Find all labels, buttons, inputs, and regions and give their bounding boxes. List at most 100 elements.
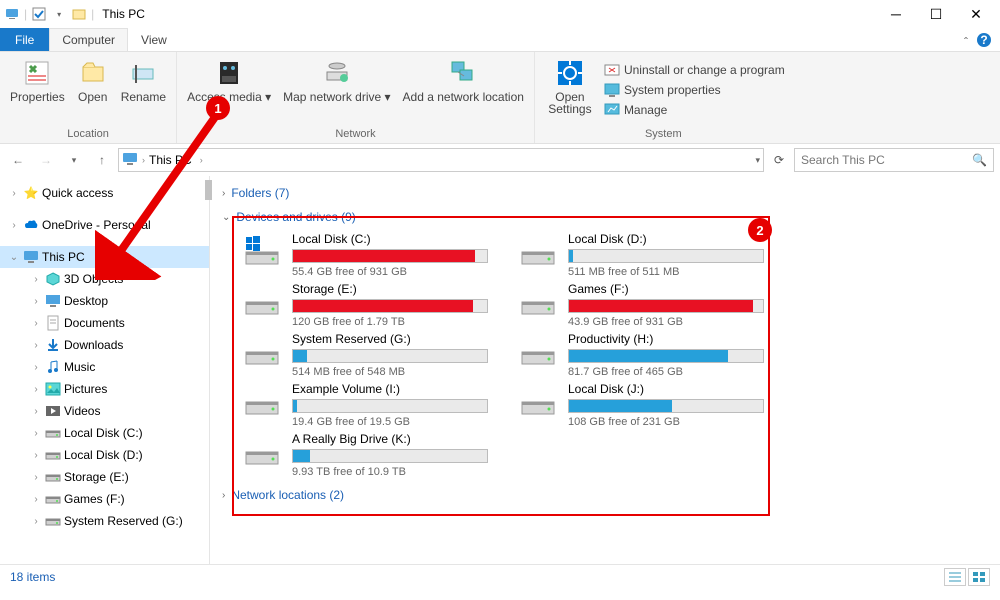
search-placeholder: Search This PC <box>801 153 972 167</box>
tree-this-pc[interactable]: ⌄This PC <box>0 246 209 268</box>
tree-quick-access[interactable]: ›⭐Quick access <box>0 182 209 204</box>
tree-item[interactable]: ›Videos <box>0 400 209 422</box>
recent-dropdown[interactable]: ▾ <box>62 148 86 172</box>
folder-icon <box>45 271 61 287</box>
uninstall-icon <box>604 62 620 78</box>
annotation-badge-1: 1 <box>206 96 230 120</box>
breadcrumb-thispc[interactable]: This PC <box>149 153 192 167</box>
search-icon: 🔍 <box>972 153 987 167</box>
annotation-badge-2: 2 <box>748 218 772 242</box>
qat-dropdown-icon[interactable]: ▾ <box>51 6 67 22</box>
system-properties-button[interactable]: System properties <box>601 80 788 100</box>
ribbon: Properties Open Rename Location Access m… <box>0 52 1000 144</box>
nav-bar: ← → ▾ ↑ › This PC › ▾ ⟳ Search This PC 🔍 <box>0 144 1000 176</box>
tree-item[interactable]: ›Storage (E:) <box>0 466 209 488</box>
folder-icon <box>45 293 61 309</box>
uninstall-program-button[interactable]: Uninstall or change a program <box>601 60 788 80</box>
pc-icon <box>4 6 20 22</box>
settings-icon <box>554 57 586 89</box>
tree-item[interactable]: ›Desktop <box>0 290 209 312</box>
folder-icon <box>45 315 61 331</box>
qat-separator-2: | <box>91 7 94 21</box>
minimize-button[interactable]: ─ <box>876 0 916 28</box>
manage-icon <box>604 102 620 118</box>
svg-text:?: ? <box>980 33 987 47</box>
breadcrumb-chevron-icon[interactable]: › <box>200 155 203 165</box>
group-label-system: System <box>645 126 682 143</box>
close-button[interactable]: ✕ <box>956 0 996 28</box>
open-icon <box>77 57 109 89</box>
section-folders[interactable]: ›Folders (7) <box>222 180 988 204</box>
tree-item[interactable]: ›Games (F:) <box>0 488 209 510</box>
ribbon-group-network: Access media ▾ Map network drive ▾ Add a… <box>177 52 535 143</box>
system-props-icon <box>604 82 620 98</box>
tab-file[interactable]: File <box>0 28 49 51</box>
folder-icon <box>45 491 61 507</box>
add-network-icon <box>447 57 479 89</box>
checkbox-checked-icon[interactable] <box>31 6 47 22</box>
folder-icon <box>45 425 61 441</box>
qat-separator: | <box>24 7 27 21</box>
cloud-icon <box>23 217 39 233</box>
refresh-button[interactable]: ⟳ <box>768 148 790 172</box>
tab-view[interactable]: View <box>128 28 180 51</box>
ribbon-group-location: Properties Open Rename Location <box>0 52 177 143</box>
folder-icon <box>45 381 61 397</box>
rename-button[interactable]: Rename <box>115 54 172 126</box>
address-dropdown-icon[interactable]: ▾ <box>755 155 760 166</box>
properties-icon <box>21 57 53 89</box>
ribbon-group-settings: Open Settings Uninstall or change a prog… <box>535 52 792 143</box>
add-network-location-button[interactable]: Add a network location <box>397 54 530 126</box>
access-media-button[interactable]: Access media ▾ <box>181 54 277 126</box>
help-icon[interactable]: ? <box>976 32 992 51</box>
maximize-button[interactable]: ☐ <box>916 0 956 28</box>
pc-icon <box>23 249 39 265</box>
tree-item[interactable]: ›3D Objects <box>0 268 209 290</box>
folder-icon <box>45 359 61 375</box>
map-network-drive-button[interactable]: Map network drive ▾ <box>277 54 396 126</box>
nav-tree: ›⭐Quick access ›OneDrive - Personal ⌄Thi… <box>0 176 210 564</box>
address-bar[interactable]: › This PC › ▾ <box>118 148 764 172</box>
pc-icon-small <box>122 151 138 170</box>
chevron-right-icon: › <box>222 188 225 199</box>
folder-icon <box>45 513 61 529</box>
chevron-right-icon: › <box>222 490 225 501</box>
ribbon-tabs: File Computer View ˆ ? <box>0 28 1000 52</box>
details-view-button[interactable] <box>944 568 966 586</box>
chevron-down-icon: ⌄ <box>222 212 230 223</box>
open-settings-button[interactable]: Open Settings <box>539 54 601 126</box>
folder-icon <box>45 337 61 353</box>
star-icon: ⭐ <box>23 185 39 201</box>
status-item-count: 18 items <box>10 570 55 584</box>
up-button[interactable]: ↑ <box>90 148 114 172</box>
open-button[interactable]: Open <box>71 54 115 126</box>
group-label-location: Location <box>67 126 109 143</box>
tree-item[interactable]: ›Documents <box>0 312 209 334</box>
tree-onedrive[interactable]: ›OneDrive - Personal <box>0 214 209 236</box>
title-bar: | ▾ | This PC ─ ☐ ✕ <box>0 0 1000 28</box>
ribbon-collapse-icon[interactable]: ˆ <box>964 35 968 49</box>
network-drive-icon <box>321 57 353 89</box>
rename-icon <box>127 57 159 89</box>
annotation-box <box>232 216 770 516</box>
window-title: This PC <box>102 7 145 21</box>
folder-icon <box>45 403 61 419</box>
tree-item[interactable]: ›Local Disk (D:) <box>0 444 209 466</box>
tree-item[interactable]: ›Local Disk (C:) <box>0 422 209 444</box>
icons-view-button[interactable] <box>968 568 990 586</box>
folder-small-icon <box>71 6 87 22</box>
forward-button[interactable]: → <box>34 148 58 172</box>
tree-item[interactable]: ›Pictures <box>0 378 209 400</box>
tree-item[interactable]: ›Music <box>0 356 209 378</box>
tab-computer[interactable]: Computer <box>49 28 128 51</box>
folder-icon <box>45 447 61 463</box>
properties-button[interactable]: Properties <box>4 54 71 126</box>
status-bar: 18 items <box>0 564 1000 588</box>
tree-item[interactable]: ›System Reserved (G:) <box>0 510 209 532</box>
search-box[interactable]: Search This PC 🔍 <box>794 148 994 172</box>
manage-button[interactable]: Manage <box>601 100 788 120</box>
address-chevron-icon[interactable]: › <box>142 155 145 165</box>
back-button[interactable]: ← <box>6 148 30 172</box>
folder-icon <box>45 469 61 485</box>
tree-item[interactable]: ›Downloads <box>0 334 209 356</box>
